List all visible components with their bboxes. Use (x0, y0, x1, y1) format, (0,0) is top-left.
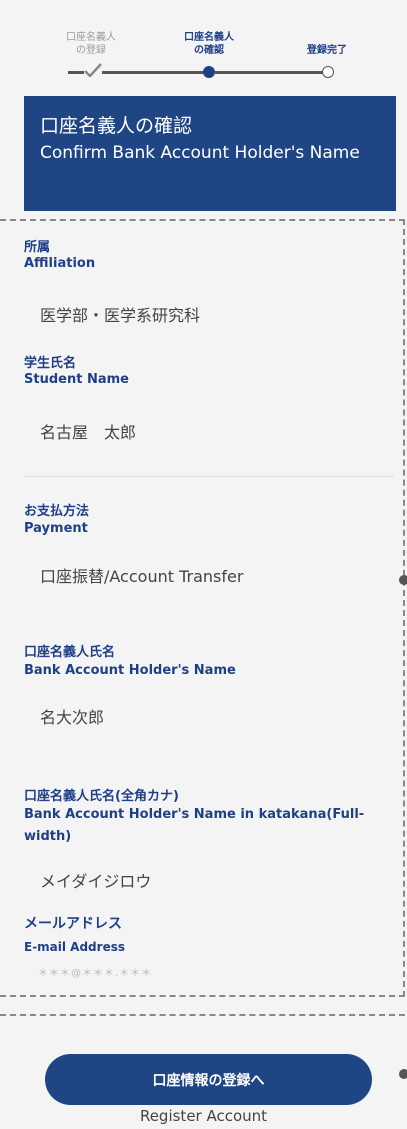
holder-name-label-en: Bank Account Holder's Name (24, 663, 236, 678)
stepper-track-middle (102, 71, 204, 74)
step-1-label: 口座名義人 の登録 (66, 32, 116, 56)
payment-value: 口座振替/Account Transfer (40, 567, 244, 586)
checkmark-icon (84, 63, 102, 77)
step-3-label: 登録完了 (307, 45, 347, 56)
email-label-en: E-mail Address (24, 940, 125, 954)
holder-kana-value: メイダイジロウ (40, 872, 152, 891)
pending-step-dot (322, 66, 334, 78)
student-name-label-en: Student Name (24, 372, 129, 387)
email-label-ja: メールアドレス (24, 916, 122, 932)
page-title-ja: 口座名義人の確認 (40, 115, 193, 137)
stepper-track-end (215, 71, 323, 74)
holder-kana-label-ja: 口座名義人氏名(全角カナ) (24, 789, 179, 804)
step-2-label: 口座名義人 の確認 (184, 32, 234, 56)
scroll-handle-dot-bottom[interactable] (399, 1069, 407, 1079)
holder-name-label-ja: 口座名義人氏名 (24, 645, 116, 660)
page-title-en: Confirm Bank Account Holder's Name (40, 143, 360, 163)
affiliation-label-en: Affiliation (24, 256, 96, 271)
section-divider (24, 476, 394, 477)
student-name-value: 名古屋 太郎 (40, 423, 137, 442)
payment-label-ja: お支払方法 (24, 504, 90, 519)
current-step-dot (203, 66, 215, 78)
action-panel-border (0, 1014, 405, 1016)
holder-kana-label-en: Bank Account Holder's Name in katakana(F… (24, 807, 365, 844)
progress-stepper: 口座名義人 の登録 口座名義人 の確認 登録完了 (0, 0, 407, 92)
register-account-button[interactable]: 口座情報の登録へ (45, 1054, 372, 1105)
scroll-handle-dot[interactable] (399, 575, 407, 585)
page-title-banner: 口座名義人の確認 Confirm Bank Account Holder's N… (24, 96, 396, 211)
affiliation-value: 医学部・医学系研究科 (40, 306, 201, 325)
holder-name-value: 名大次郎 (40, 708, 105, 727)
email-value-masked: ＊＊＊@＊＊＊.＊＊＊ (38, 968, 153, 979)
stepper-track-start (68, 71, 84, 74)
payment-label-en: Payment (24, 521, 88, 536)
register-account-caption: Register Account (139, 1107, 268, 1125)
